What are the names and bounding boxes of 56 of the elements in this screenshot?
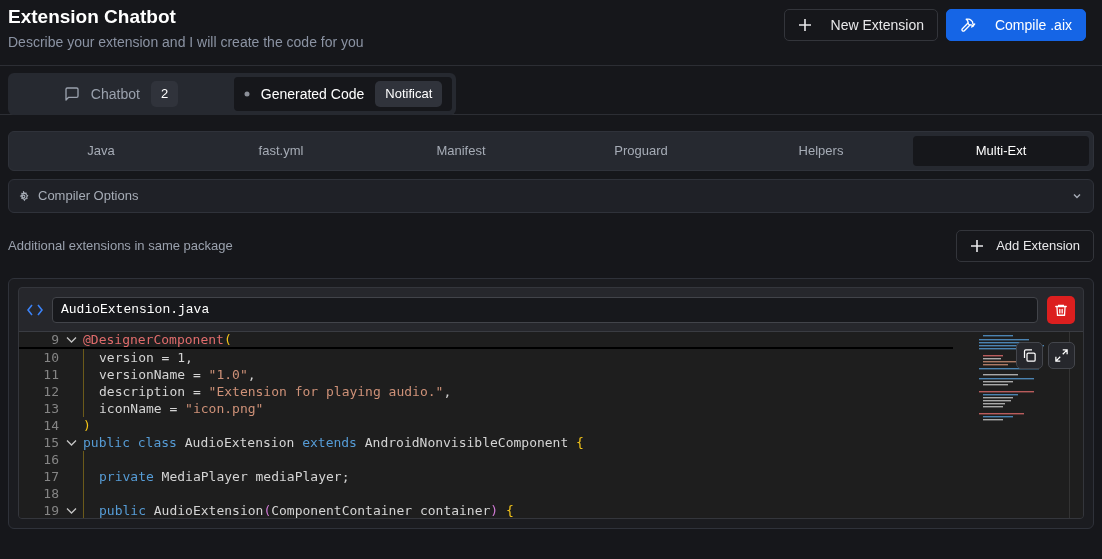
tab-badge: Notificat <box>375 81 443 107</box>
delete-button[interactable] <box>1047 295 1075 324</box>
page-subtitle: Describe your extension and I will create the code for you <box>8 33 364 52</box>
code-line: iconName = "icon.png" <box>99 399 264 418</box>
section-label: Additional extensions in same package <box>8 237 233 256</box>
code-line: public AudioExtension(ComponentContainer container) { <box>99 501 514 518</box>
chevron-icon <box>1072 191 1082 201</box>
line-number: 9 <box>50 332 59 349</box>
dot-icon <box>243 91 250 97</box>
trash-icon <box>1054 302 1068 317</box>
code-line: version = 1, <box>99 348 193 367</box>
code-line: versionName = "1.0", <box>99 365 256 384</box>
compile-button[interactable]: Compile .aix <box>945 9 1086 41</box>
code-icon <box>27 303 43 316</box>
line-number: 10 <box>42 348 59 367</box>
fold-chevron-icon <box>65 506 77 515</box>
line-number: 16 <box>42 450 59 469</box>
chat-bubble-icon <box>63 86 80 102</box>
expand-button[interactable] <box>1048 342 1075 369</box>
plus-icon <box>970 239 985 253</box>
line-number: 11 <box>42 365 59 384</box>
copy-button[interactable] <box>1016 342 1043 369</box>
add-extension-button[interactable]: Add Extension <box>956 230 1094 262</box>
fold-chevron-icon <box>65 438 77 447</box>
hammer-icon <box>959 17 976 33</box>
plus-icon <box>797 18 812 32</box>
main-tab[interactable]: Generated Code Notificat <box>234 77 452 111</box>
fold-chevron-icon <box>65 335 77 344</box>
code-line: ) <box>83 416 91 435</box>
tab-badge: 2 <box>150 81 179 107</box>
gear-icon <box>18 190 29 202</box>
code-line: description = "Extension for playing audio.", <box>99 382 452 401</box>
code-editor[interactable] <box>19 332 1083 518</box>
file-tab[interactable]: Multi-Ext <box>913 136 1089 166</box>
main-tab[interactable]: Chatbot 2 <box>12 77 230 111</box>
code-line: public class AudioExtension extends AndroidNonvisibleComponent { <box>83 433 584 452</box>
file-tab[interactable]: Proguard <box>553 136 729 166</box>
line-number: 19 <box>42 501 59 518</box>
line-number: 17 <box>42 467 59 486</box>
page-title: Extension Chatbot <box>8 6 177 28</box>
code-line: private MediaPlayer mediaPlayer; <box>99 467 350 486</box>
file-tab[interactable]: Manifest <box>373 136 549 166</box>
line-number: 15 <box>42 433 59 452</box>
expand-icon <box>1054 348 1069 363</box>
new-extension-button[interactable]: New Extension <box>783 9 938 41</box>
filename-field[interactable]: AudioExtension.java <box>52 296 1038 323</box>
file-tab[interactable]: fast.yml <box>193 136 369 166</box>
file-tab[interactable]: Java <box>13 136 189 166</box>
file-tab[interactable]: Helpers <box>733 136 909 166</box>
line-number: 12 <box>42 382 59 401</box>
code-line: @DesignerComponent( <box>83 332 232 349</box>
line-number: 13 <box>42 399 59 418</box>
copy-icon <box>1022 348 1037 363</box>
line-number: 14 <box>42 416 59 435</box>
compiler-options-toggle[interactable]: Compiler Options <box>8 179 1094 213</box>
line-number: 18 <box>42 484 59 503</box>
